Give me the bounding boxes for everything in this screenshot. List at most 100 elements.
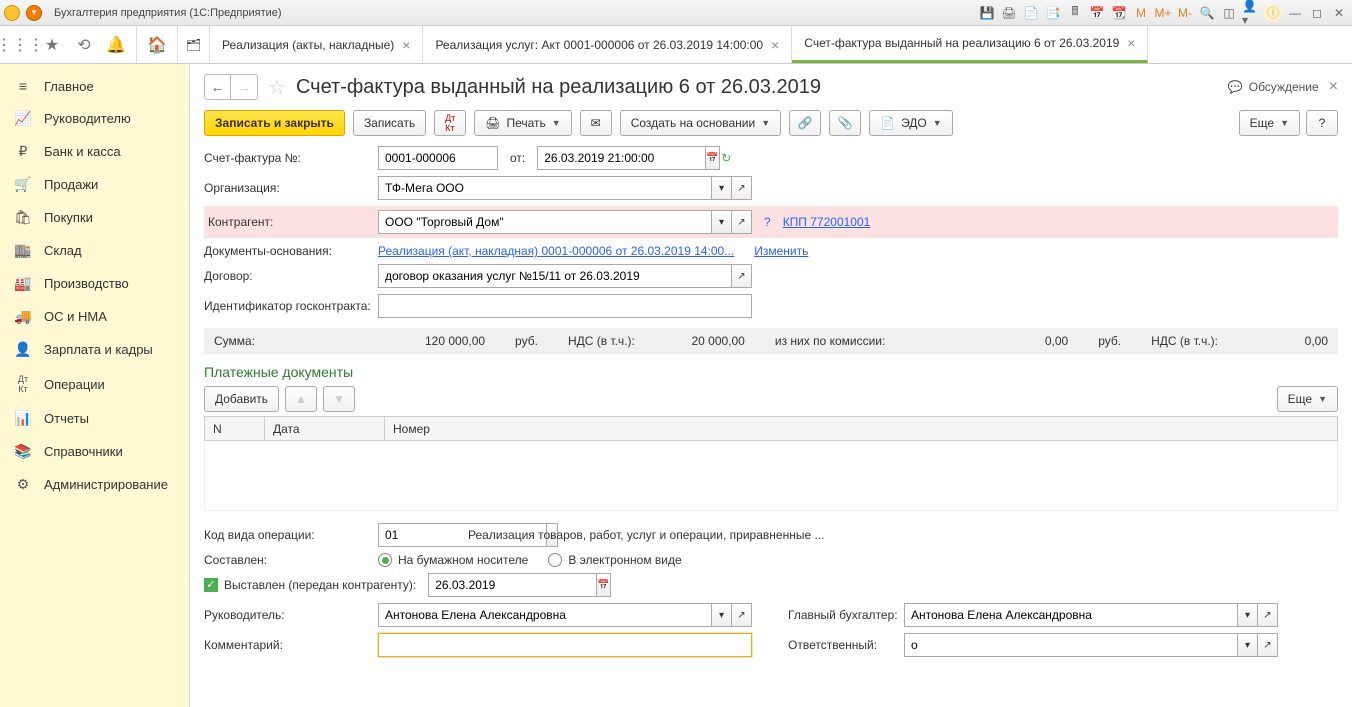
sidebar-item-warehouse[interactable]: 🏬Склад bbox=[0, 234, 189, 267]
calendar-picker-icon[interactable]: 📅 bbox=[597, 573, 610, 597]
attach-button[interactable]: 📎 bbox=[829, 110, 861, 136]
home-icon[interactable]: 🏠 bbox=[141, 26, 173, 64]
save-close-button[interactable]: Записать и закрыть bbox=[204, 110, 345, 136]
calendar-icon[interactable]: 📅 bbox=[1088, 4, 1106, 22]
tab-close-icon[interactable]: × bbox=[402, 37, 410, 53]
responsible-input[interactable] bbox=[904, 633, 1238, 657]
open-icon[interactable]: ↗ bbox=[732, 603, 752, 627]
m-icon[interactable]: M bbox=[1132, 4, 1150, 22]
dropdown-icon[interactable]: ▾ bbox=[712, 176, 732, 200]
panels-icon[interactable]: ◫ bbox=[1220, 4, 1238, 22]
sidebar-item-directories[interactable]: 📚Справочники bbox=[0, 435, 189, 468]
sidebar-item-sales[interactable]: 🛒Продажи bbox=[0, 168, 189, 201]
minimize-icon[interactable]: — bbox=[1286, 4, 1304, 22]
open-icon[interactable]: ↗ bbox=[1258, 633, 1278, 657]
counterparty-input[interactable] bbox=[378, 210, 712, 234]
tab-invoice[interactable]: Счет-фактура выданный на реализацию 6 от… bbox=[792, 26, 1148, 63]
favorite-star-icon[interactable]: ☆ bbox=[268, 75, 286, 100]
tab-realizations[interactable]: Реализация (акты, накладные) × bbox=[210, 26, 423, 63]
sidebar-item-assets[interactable]: 🚚ОС и НМА bbox=[0, 300, 189, 333]
open-icon[interactable]: ↗ bbox=[732, 176, 752, 200]
invoice-no-input[interactable] bbox=[378, 146, 498, 170]
add-button[interactable]: Добавить bbox=[204, 386, 279, 412]
create-from-button[interactable]: Создать на основании▼ bbox=[620, 110, 781, 136]
goscontract-input[interactable] bbox=[378, 294, 752, 318]
sidebar-item-main[interactable]: ≡Главное bbox=[0, 70, 189, 102]
sidebar-item-admin[interactable]: ⚙Администрирование bbox=[0, 468, 189, 501]
move-down-button[interactable]: ▼ bbox=[323, 386, 355, 412]
dropdown-icon[interactable]: ▾ bbox=[1238, 633, 1258, 657]
save-button[interactable]: Записать bbox=[353, 110, 426, 136]
close-icon[interactable]: ✕ bbox=[1330, 4, 1348, 22]
col-date[interactable]: Дата bbox=[265, 417, 385, 441]
apps-icon[interactable]: ⋮⋮⋮ bbox=[4, 26, 36, 64]
dropdown-icon[interactable]: ▾ bbox=[1238, 603, 1258, 627]
radio-paper[interactable]: На бумажном носителе bbox=[378, 553, 528, 567]
tab-close-icon[interactable]: × bbox=[1127, 35, 1135, 51]
change-link[interactable]: Изменить bbox=[754, 244, 808, 258]
history-icon[interactable]: ⟲ bbox=[68, 26, 100, 64]
favorite-icon[interactable]: ★ bbox=[36, 26, 68, 64]
close-page-icon[interactable]: × bbox=[1329, 78, 1338, 96]
dtkt-button[interactable]: ДтКт bbox=[434, 110, 466, 136]
basis-doc-link[interactable]: Реализация (акт, накладная) 0001-000006 … bbox=[378, 244, 734, 258]
radio-icon bbox=[548, 553, 562, 567]
print-button[interactable]: 🖨Печать▼ bbox=[474, 110, 571, 136]
zoom-icon[interactable]: 🔍 bbox=[1198, 4, 1216, 22]
open-icon[interactable]: ↗ bbox=[732, 210, 752, 234]
sidebar-item-reports[interactable]: 📊Отчеты bbox=[0, 402, 189, 435]
issued-checkbox[interactable] bbox=[204, 578, 218, 592]
mail-button[interactable]: ✉ bbox=[580, 110, 612, 136]
save-icon[interactable]: 💾 bbox=[978, 4, 996, 22]
sidebar-item-bank[interactable]: ₽Банк и касса bbox=[0, 135, 189, 168]
from-date-input[interactable] bbox=[537, 146, 706, 170]
edo-button[interactable]: 📄ЭДО▼ bbox=[869, 110, 953, 136]
dropdown-icon[interactable]: ▾ bbox=[26, 5, 42, 21]
col-number[interactable]: Номер bbox=[385, 417, 1338, 441]
link-button[interactable]: 🔗 bbox=[789, 110, 821, 136]
preview-icon[interactable]: 📄 bbox=[1022, 4, 1040, 22]
m-minus-icon[interactable]: M- bbox=[1176, 4, 1194, 22]
print-icon[interactable]: 🖨 bbox=[1000, 4, 1018, 22]
sidebar-item-operations[interactable]: ДтКтОперации bbox=[0, 366, 189, 402]
dropdown-icon[interactable]: ▾ bbox=[712, 603, 732, 627]
table-more-button[interactable]: Еще▼ bbox=[1277, 386, 1338, 412]
discussion-button[interactable]: 💬 Обсуждение bbox=[1228, 80, 1319, 94]
comment-input[interactable] bbox=[378, 633, 752, 657]
tab-stack-icon[interactable]: 🗂 bbox=[178, 26, 210, 63]
open-icon[interactable]: ↗ bbox=[1258, 603, 1278, 627]
kpp-link[interactable]: КПП 772001001 bbox=[783, 215, 871, 229]
printer-icon: 🖨 bbox=[485, 116, 500, 130]
more-button[interactable]: Еще▼ bbox=[1239, 110, 1300, 136]
sidebar-item-manager[interactable]: 📈Руководителю bbox=[0, 102, 189, 135]
restore-icon[interactable]: ◻ bbox=[1308, 4, 1326, 22]
help-button[interactable]: ? bbox=[1306, 110, 1338, 136]
sidebar-item-hr[interactable]: 👤Зарплата и кадры bbox=[0, 333, 189, 366]
dropdown-icon[interactable]: ▾ bbox=[712, 210, 732, 234]
user-icon[interactable]: 👤▾ bbox=[1242, 4, 1260, 22]
calendar31-icon[interactable]: 📆 bbox=[1110, 4, 1128, 22]
tab-close-icon[interactable]: × bbox=[771, 37, 779, 53]
chief-accountant-input[interactable] bbox=[904, 603, 1238, 627]
contract-input[interactable] bbox=[378, 264, 732, 288]
nav-forward-button[interactable]: → bbox=[231, 75, 257, 99]
tab-act[interactable]: Реализация услуг: Акт 0001-000006 от 26.… bbox=[423, 26, 792, 63]
move-up-button[interactable]: ▲ bbox=[285, 386, 317, 412]
sidebar-item-purchases[interactable]: 🛍Покупки bbox=[0, 201, 189, 234]
calc-icon[interactable]: 🖩 bbox=[1066, 4, 1084, 22]
help-icon[interactable]: ? bbox=[764, 215, 771, 229]
bell-icon[interactable]: 🔔 bbox=[100, 26, 132, 64]
col-n[interactable]: N bbox=[205, 417, 265, 441]
issued-date-input[interactable] bbox=[428, 573, 597, 597]
org-input[interactable] bbox=[378, 176, 712, 200]
info-icon[interactable]: ⓘ bbox=[1264, 4, 1282, 22]
open-icon[interactable]: ↗ bbox=[732, 264, 752, 288]
radio-electronic[interactable]: В электронном виде bbox=[548, 553, 681, 567]
sidebar-item-production[interactable]: 🏭Производство bbox=[0, 267, 189, 300]
refresh-icon[interactable]: ↻ bbox=[721, 151, 731, 165]
nav-back-button[interactable]: ← bbox=[205, 75, 231, 99]
compare-icon[interactable]: 📑 bbox=[1044, 4, 1062, 22]
manager-input[interactable] bbox=[378, 603, 712, 627]
calendar-picker-icon[interactable]: 📅 bbox=[706, 146, 719, 170]
m-plus-icon[interactable]: M+ bbox=[1154, 4, 1172, 22]
